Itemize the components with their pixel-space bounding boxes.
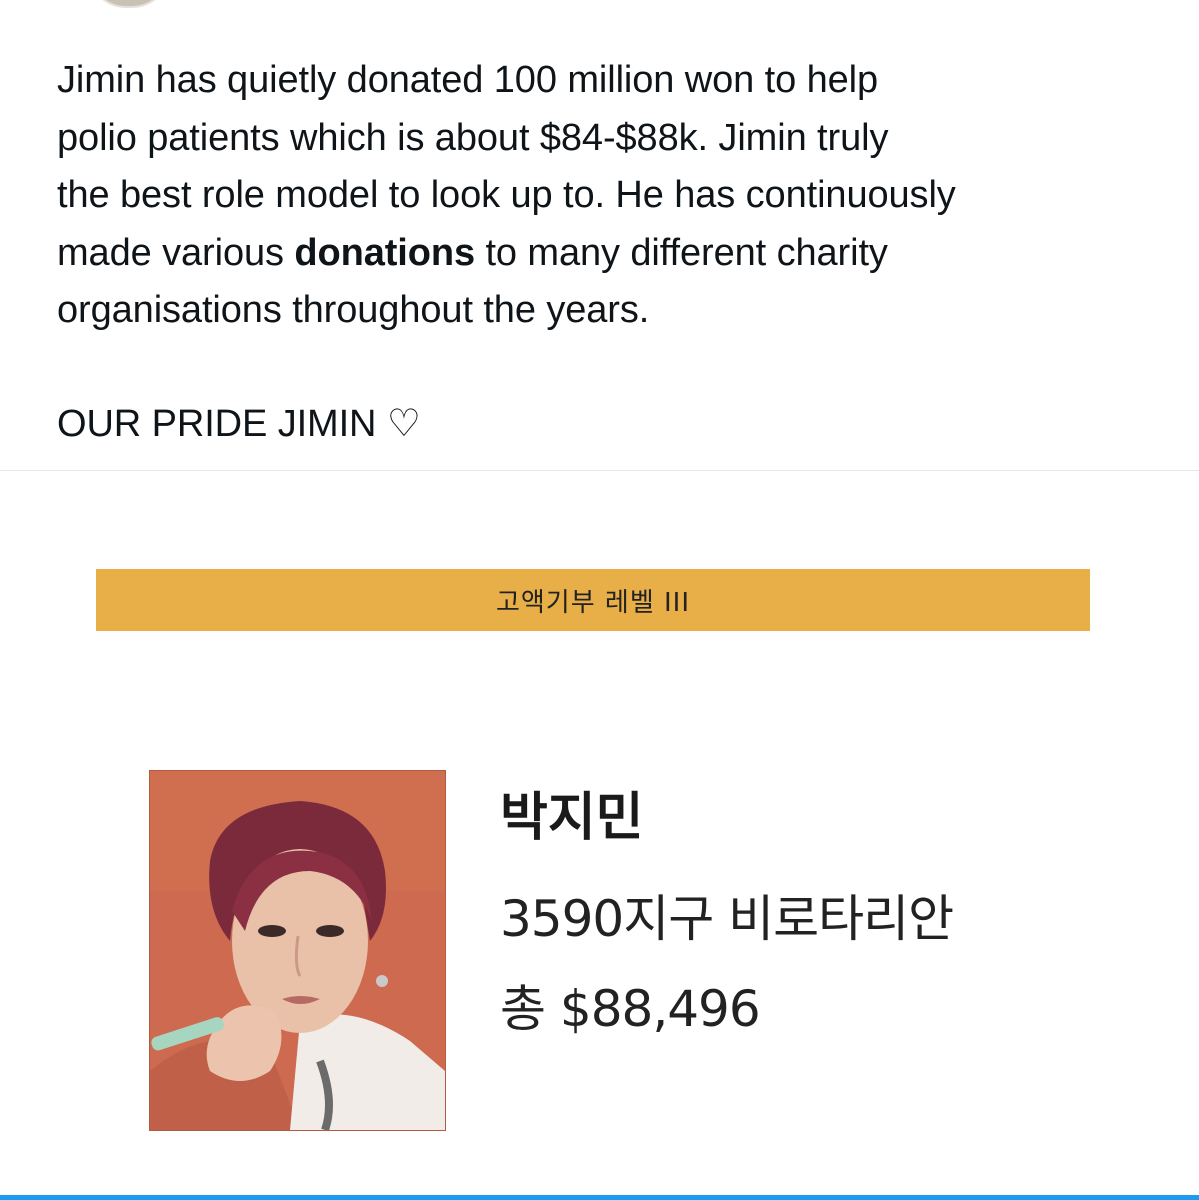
tweet-media-image[interactable]: 고액기부 레벨 III 박지민 3590지구 비로타리안 총 $88,496	[0, 471, 1199, 1195]
tweet-line: the best role model to look up to. He ha…	[57, 174, 956, 216]
tweet-text: Jimin has quietly donated 100 million wo…	[57, 52, 1167, 453]
portrait-illustration	[150, 771, 445, 1130]
tweet-signoff: OUR PRIDE JIMIN ♡	[57, 402, 421, 445]
donation-level-banner: 고액기부 레벨 III	[96, 569, 1090, 631]
donor-photo	[149, 770, 446, 1131]
tweet-line: organisations throughout the years.	[57, 289, 650, 331]
donor-club: 3590지구 비로타리안	[500, 890, 954, 948]
donation-level-label: 고액기부 레벨 III	[495, 587, 691, 618]
bottom-accent-bar	[0, 1195, 1199, 1200]
donor-name: 박지민	[500, 788, 644, 848]
highlighted-keyword: donations	[294, 231, 476, 274]
donor-total-amount: 총 $88,496	[500, 980, 761, 1038]
tweet-line: polio patients which is about $84-$88k. …	[57, 116, 889, 159]
tweet-line: made various donations to many different…	[57, 225, 1167, 283]
tweet-detail-page: Jimin has quietly donated 100 million wo…	[0, 0, 1199, 1200]
tweet-text-segment: to many different charity	[475, 231, 888, 274]
tweet-line: Jimin has quietly donated 100 million wo…	[57, 59, 879, 101]
tweet-text-segment: made various	[57, 231, 295, 274]
author-avatar[interactable]	[88, 0, 170, 8]
